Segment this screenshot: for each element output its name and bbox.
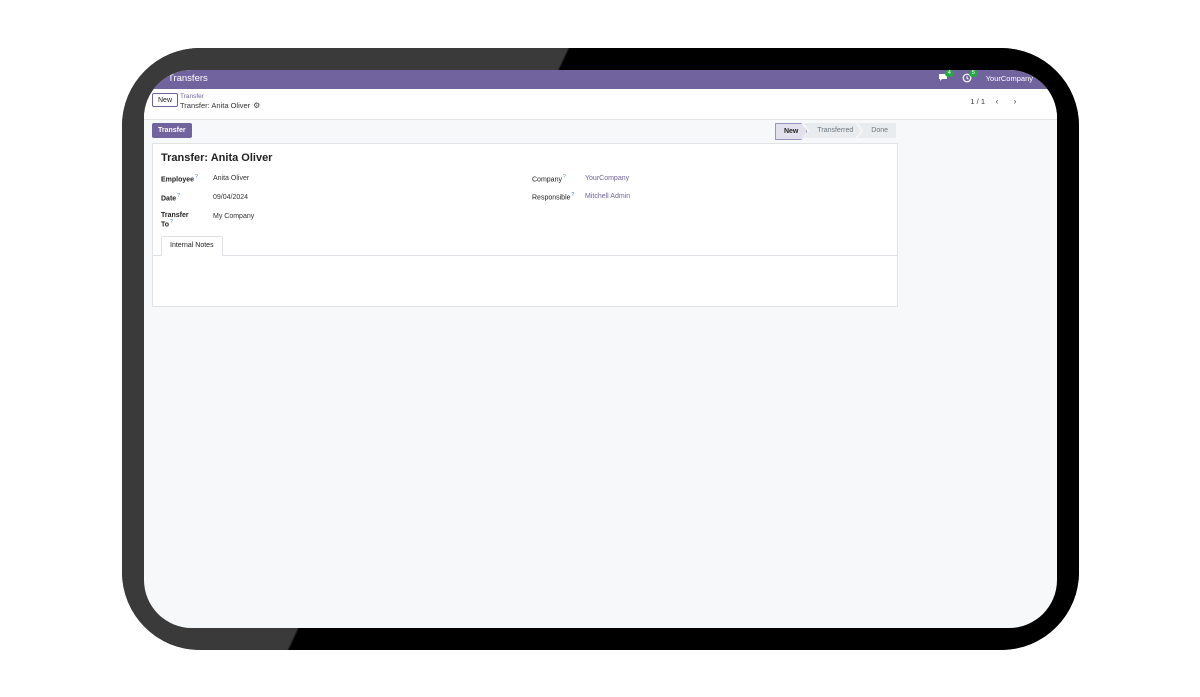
stage-done[interactable]: Done [857, 123, 896, 138]
company-switcher[interactable]: YourCompany [986, 74, 1033, 83]
stage-transferred[interactable]: Transferred [803, 123, 861, 138]
transfer-to-label: Transfer To? [161, 212, 189, 229]
top-navbar: Transfers 4 5 YourCompany [144, 70, 1057, 89]
breadcrumb-current-label: Transfer: Anita Oliver [180, 101, 251, 110]
date-value[interactable]: 09/04/2024 [213, 194, 248, 201]
date-label: Date? [161, 193, 180, 203]
chevron-left-icon[interactable]: ‹ [991, 95, 1003, 107]
breadcrumb-current: Transfer: Anita Oliver ⚙ [180, 101, 260, 110]
messages-badge: 4 [944, 70, 954, 77]
new-button[interactable]: New [152, 93, 179, 107]
pager: 1 / 1 ‹ › [970, 95, 1021, 107]
company-label: Company? [532, 174, 566, 184]
clock-icon[interactable]: 5 [962, 70, 978, 83]
responsible-value[interactable]: Mitchell Admin [585, 193, 630, 200]
employee-value[interactable]: Anita Oliver [213, 175, 249, 182]
navbar-systray: 4 5 YourCompany [938, 70, 1033, 83]
notebook-tabs: Internal Notes [153, 235, 897, 256]
app-title[interactable]: Transfers [168, 73, 208, 84]
employee-label: Employee? [161, 174, 198, 184]
company-value[interactable]: YourCompany [585, 175, 629, 182]
app-screen: Transfers 4 5 YourCompany New Transfer T… [144, 70, 1057, 628]
responsible-label: Responsible? [532, 192, 575, 202]
control-panel: New Transfer Transfer: Anita Oliver ⚙ 1 … [144, 89, 1057, 120]
transfer-button[interactable]: Transfer [152, 123, 192, 138]
device-frame: Transfers 4 5 YourCompany New Transfer T… [122, 48, 1079, 650]
record-title: Transfer: Anita Oliver [161, 152, 273, 164]
breadcrumb-parent[interactable]: Transfer [180, 93, 204, 100]
chevron-right-icon[interactable]: › [1009, 95, 1021, 107]
stage-new[interactable]: New [775, 123, 807, 140]
transfer-to-value[interactable]: My Company [213, 213, 254, 220]
gear-icon[interactable]: ⚙ [253, 101, 260, 110]
form-sheet: Transfer: Anita Oliver Employee? Anita O… [152, 143, 898, 307]
pager-value[interactable]: 1 / 1 [970, 97, 985, 106]
activities-badge: 5 [968, 70, 978, 77]
stage-pipeline: New Transferred Done [775, 123, 896, 138]
statusbar: Transfer New Transferred Done [152, 122, 896, 142]
tab-internal-notes[interactable]: Internal Notes [161, 236, 223, 256]
chat-bubble-icon[interactable]: 4 [938, 70, 954, 83]
